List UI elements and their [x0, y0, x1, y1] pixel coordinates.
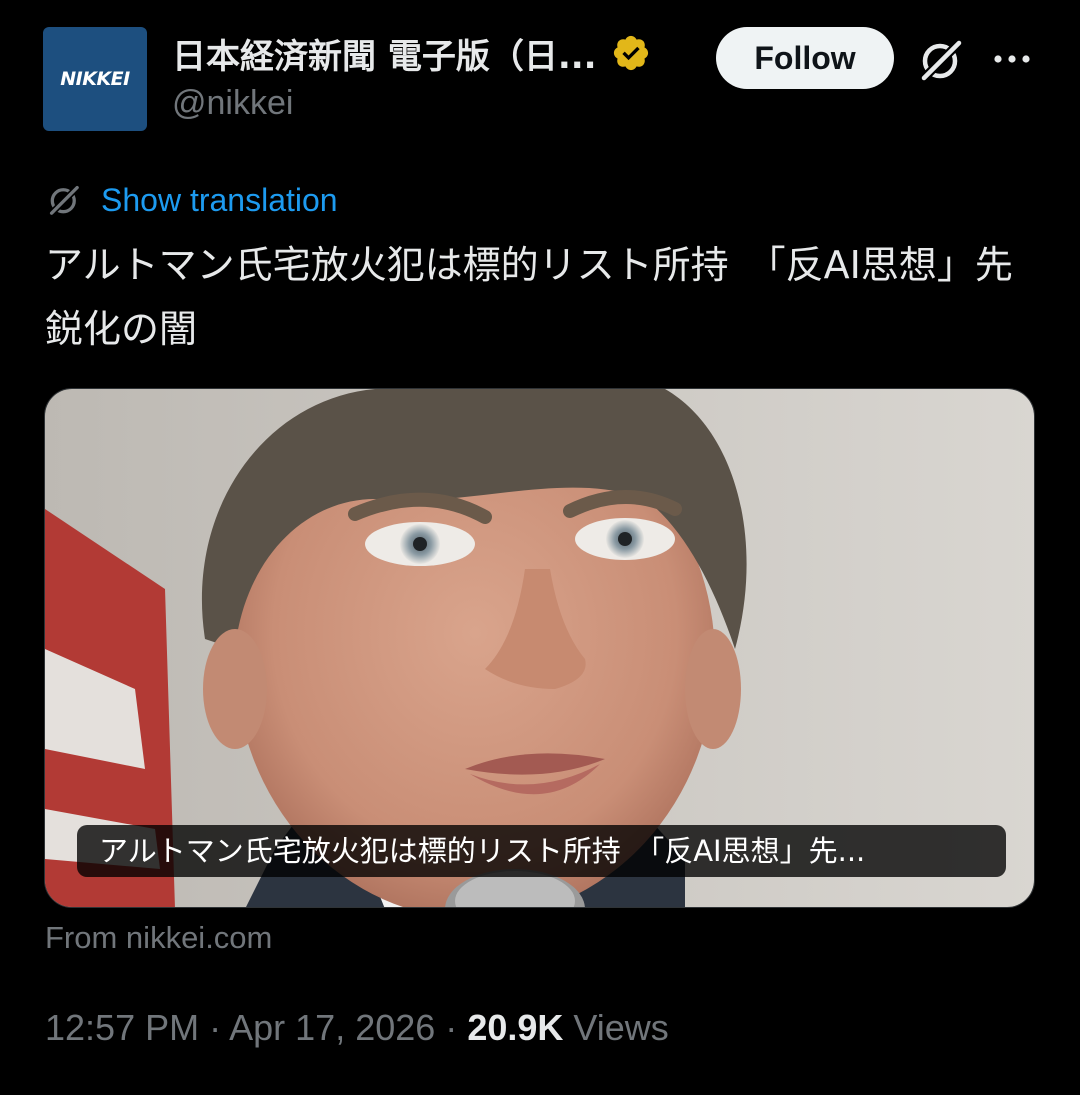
link-card[interactable]: アルトマン氏宅放火犯は標的リスト所持 「反AI思想」先... — [44, 388, 1035, 908]
translate-icon — [49, 185, 80, 216]
show-translation-link[interactable]: Show translation — [101, 182, 338, 219]
avatar[interactable]: NIKKEI — [43, 27, 147, 131]
tweet-text: アルトマン氏宅放火犯は標的リスト所持 「反AI思想」先鋭化の闇 — [45, 243, 1013, 351]
tweet-meta: 12:57 PM · Apr 17, 2026 · 20.9K Views — [45, 1007, 669, 1049]
translation-row[interactable]: Show translation — [45, 178, 338, 222]
grok-icon[interactable] — [915, 34, 967, 86]
display-name[interactable]: 日本経済新聞 電子版（日... — [172, 29, 597, 78]
more-icon[interactable] — [990, 44, 1034, 74]
tweet-date[interactable]: Apr 17, 2026 — [229, 1007, 435, 1048]
views-count[interactable]: 20.9K — [467, 1007, 563, 1048]
views-label: Views — [573, 1007, 669, 1048]
meta-separator: · — [209, 1007, 222, 1048]
author-handle[interactable]: @nikkei — [172, 84, 293, 123]
author-name-row: 日本経済新聞 電子版（日... — [172, 28, 651, 78]
tweet-time[interactable]: 12:57 PM — [45, 1007, 199, 1048]
card-caption: アルトマン氏宅放火犯は標的リスト所持 「反AI思想」先... — [77, 825, 1006, 877]
follow-button[interactable]: Follow — [716, 27, 894, 89]
card-source[interactable]: From nikkei.com — [45, 920, 272, 956]
avatar-logo-text: NIKKEI — [60, 68, 130, 90]
meta-separator: · — [445, 1007, 458, 1048]
verified-badge-icon[interactable] — [611, 33, 651, 73]
